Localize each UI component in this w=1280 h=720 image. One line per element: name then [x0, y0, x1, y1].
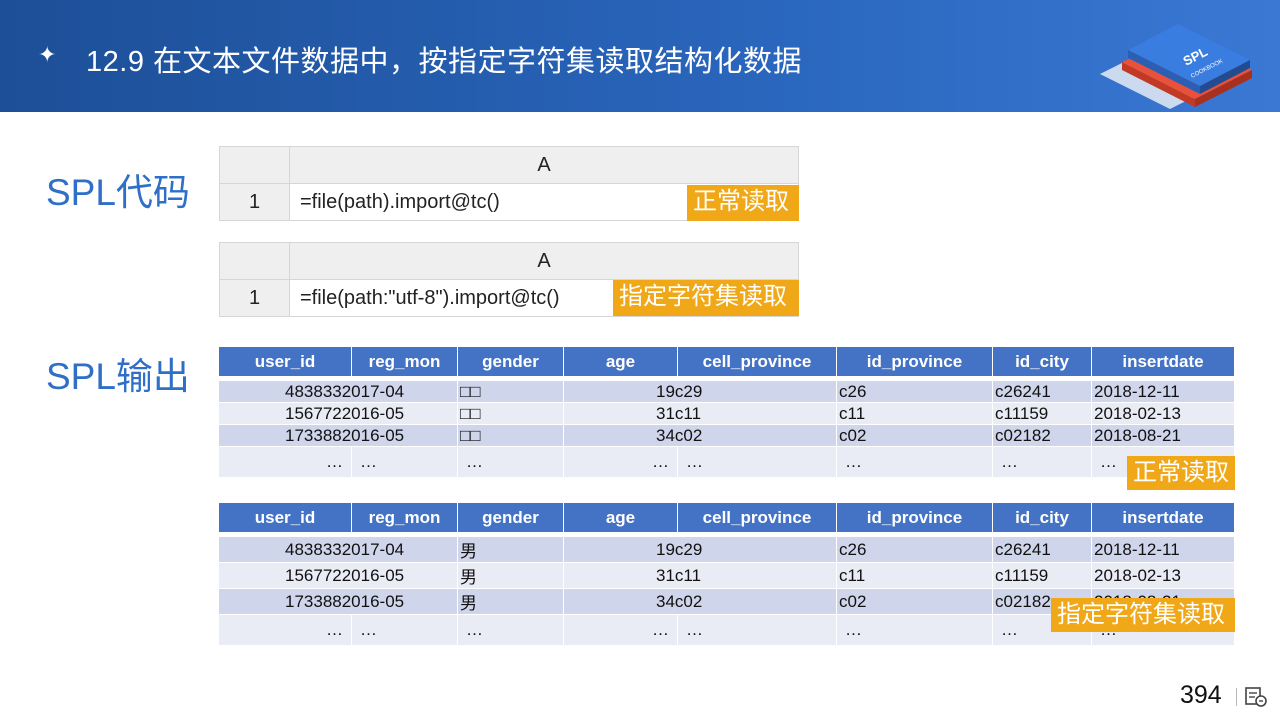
table-row: 4838332017-04 □□ 19c29 c26 c26241 2018-1…: [219, 380, 1235, 402]
col-header-cell-province: cell_province: [678, 503, 837, 532]
charset-read-output-tag: 指定字符集读取: [1051, 598, 1235, 632]
notes-icon[interactable]: [1244, 686, 1268, 708]
row-number: 1: [219, 279, 290, 317]
output-table-normal: user_id reg_mon gender age cell_province…: [219, 347, 1235, 477]
col-header-user-id: user_id: [219, 503, 352, 532]
col-header-insertdate: insertdate: [1092, 503, 1235, 532]
col-header-age: age: [564, 503, 678, 532]
output-section-label: SPL输出: [46, 356, 190, 397]
column-header-a: A: [289, 242, 799, 280]
col-header-age: age: [564, 347, 678, 376]
col-header-cell-province: cell_province: [678, 347, 837, 376]
table-row: 1567722016-05 男 31c11 c11 c11159 2018-02…: [219, 562, 1235, 588]
col-header-reg-mon: reg_mon: [352, 503, 458, 532]
col-header-id-city: id_city: [993, 503, 1092, 532]
col-header-insertdate: insertdate: [1092, 347, 1235, 376]
normal-read-tag: 正常读取: [687, 185, 799, 221]
grid-corner: [219, 242, 290, 280]
grid-corner: [219, 146, 290, 184]
spl-cookbook-logo: SPL COOKBOOK: [1100, 24, 1252, 109]
header-bar: ✦ 12.9 在文本文件数据中，按指定字符集读取结构化数据 SPL COOKBO…: [0, 0, 1280, 112]
page-title: 12.9 在文本文件数据中，按指定字符集读取结构化数据: [86, 46, 803, 78]
slide: ✦ 12.9 在文本文件数据中，按指定字符集读取结构化数据 SPL COOKBO…: [0, 0, 1280, 720]
row-number: 1: [219, 183, 290, 221]
col-header-user-id: user_id: [219, 347, 352, 376]
col-header-gender: gender: [458, 503, 564, 532]
col-header-id-city: id_city: [993, 347, 1092, 376]
charset-read-tag: 指定字符集读取: [613, 280, 799, 316]
col-header-id-province: id_province: [837, 347, 993, 376]
code-section-label: SPL代码: [46, 172, 190, 213]
star-icon: ✦: [38, 42, 57, 67]
table-row: 1733882016-05 □□ 34c02 c02 c02182 2018-0…: [219, 424, 1235, 446]
column-header-a: A: [289, 146, 799, 184]
table-row: 4838332017-04 男 19c29 c26 c26241 2018-12…: [219, 536, 1235, 562]
col-header-gender: gender: [458, 347, 564, 376]
normal-read-output-tag: 正常读取: [1127, 456, 1235, 490]
divider: [1236, 688, 1237, 706]
col-header-id-province: id_province: [837, 503, 993, 532]
col-header-reg-mon: reg_mon: [352, 347, 458, 376]
page-number: 394: [1180, 681, 1222, 709]
table-row: 1567722016-05 □□ 31c11 c11 c11159 2018-0…: [219, 402, 1235, 424]
ellipsis-row: … … … … … … … …: [219, 446, 1235, 477]
